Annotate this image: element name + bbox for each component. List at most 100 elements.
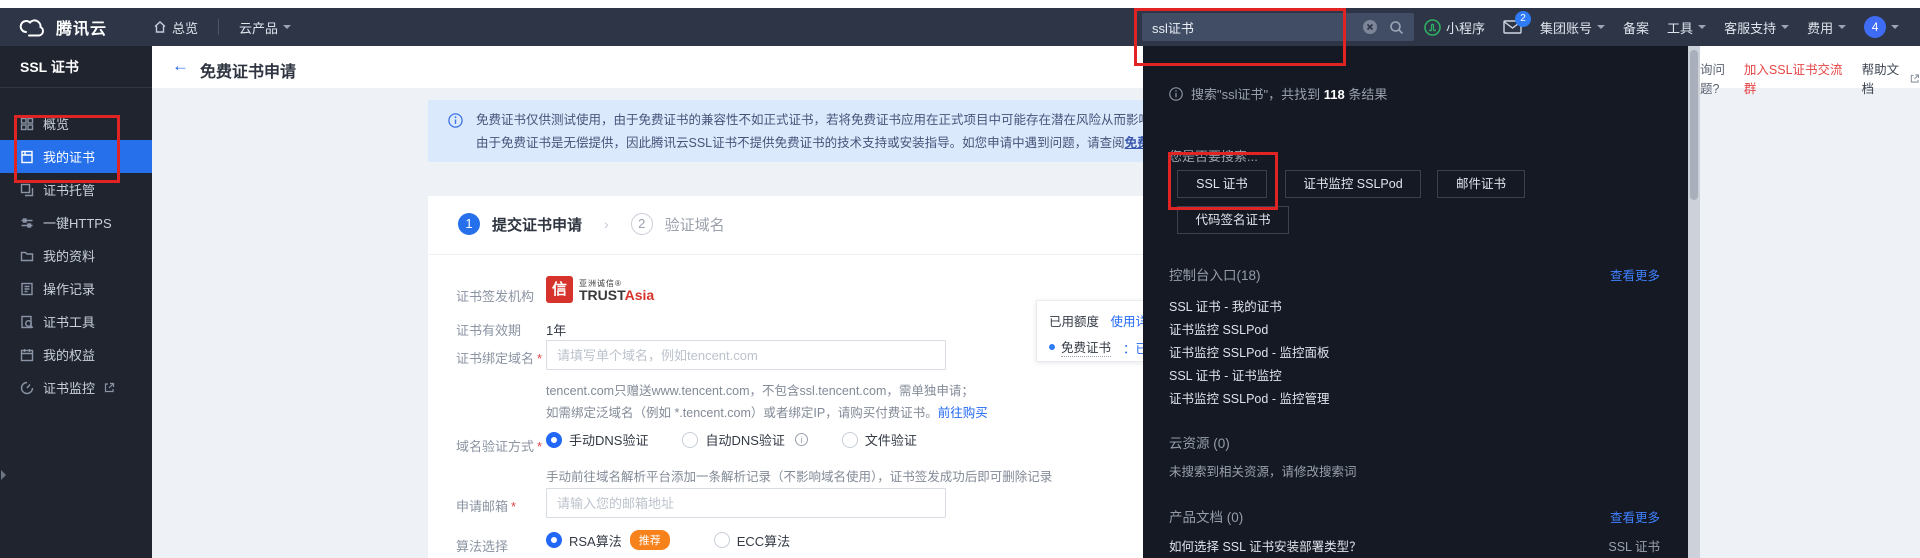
nav-miniprogram[interactable]: 小程序 <box>1424 18 1485 37</box>
nav-messages[interactable]: 2 <box>1503 20 1522 34</box>
calendar-icon <box>20 348 34 362</box>
certificate-icon <box>20 150 34 164</box>
nav-billing[interactable]: 费用 <box>1807 18 1846 37</box>
help-doc-link[interactable]: 帮助文档 <box>1862 59 1920 97</box>
browser-edge-strip <box>0 0 1920 8</box>
sliders-icon <box>20 216 34 230</box>
sidebar-item-overview[interactable]: 概览 <box>0 107 152 140</box>
radio-auto-dns[interactable]: 自动DNS验证 i <box>682 430 807 449</box>
doc-category: SSL 证书 <box>1608 536 1660 555</box>
go-purchase-link[interactable]: 前往购买 <box>938 406 988 420</box>
scrollbar-thumb[interactable] <box>1690 50 1698 200</box>
verify-help: 手动前往域名解析平台添加一条解析记录（不影响域名使用），证书签发成功后即可删除记… <box>546 466 1052 485</box>
free-cert-term[interactable]: 免费证书 <box>1061 337 1111 357</box>
sidebar-item-my-certificates[interactable]: 我的证书 <box>0 140 152 173</box>
page-title: 免费证书申请 <box>200 58 296 82</box>
global-search-box[interactable] <box>1142 13 1414 41</box>
tencent-cloud-logo-icon <box>18 17 46 37</box>
top-navbar: 腾讯云 总览 云产品 <box>0 8 1920 46</box>
info-icon <box>448 113 463 131</box>
console-entry[interactable]: 证书监控 SSLPod - 监控面板 <box>1169 342 1329 361</box>
validity-label: 证书有效期 <box>456 320 521 339</box>
recommend-badge: 推荐 <box>630 530 670 550</box>
sidebar-item-my-benefits[interactable]: 我的权益 <box>0 338 152 371</box>
nav-group-account[interactable]: 集团账号 <box>1540 18 1605 37</box>
step1-indicator: 1 <box>458 213 480 235</box>
info-circle-icon: i <box>795 433 808 446</box>
chevron-down-icon <box>1597 25 1605 33</box>
nav-beian[interactable]: 备案 <box>1623 18 1649 37</box>
doc-search-icon <box>20 315 34 329</box>
email-label: 申请邮箱 <box>456 496 516 515</box>
doc-entry[interactable]: 如何选择 SSL 证书安装部署类型？ <box>1169 536 1362 555</box>
sidebar-item-operation-log[interactable]: 操作记录 <box>0 272 152 305</box>
gauge-icon <box>20 381 34 395</box>
step-chevron-icon: › <box>604 216 609 232</box>
suggestion-ssl-cert[interactable]: SSL 证书 <box>1177 170 1267 198</box>
brand-name: 腾讯云 <box>56 15 107 39</box>
search-icon[interactable] <box>1389 20 1404 35</box>
chevron-down-icon <box>1781 25 1789 33</box>
validity-value: 1年 <box>546 320 566 339</box>
sidebar-collapse-handle[interactable] <box>1 470 11 480</box>
bullet-dot-icon <box>1049 344 1055 350</box>
document-lines-icon <box>20 282 34 296</box>
nav-support[interactable]: 客服支持 <box>1724 18 1789 37</box>
external-link-icon <box>104 382 115 393</box>
sidebar-item-cert-hosting[interactable]: 证书托管 <box>0 173 152 206</box>
step2-indicator: 2 <box>631 213 653 235</box>
sidebar-item-one-click-https[interactable]: 一键HTTPS <box>0 206 152 239</box>
resource-empty-text: 未搜索到相关资源，请修改搜索词 <box>1169 461 1357 480</box>
avatar: 4 <box>1864 16 1886 38</box>
radio-ecc[interactable]: ECC算法 <box>714 531 790 550</box>
chevron-down-icon <box>1698 25 1706 33</box>
suggestion-sslpod[interactable]: 证书监控 SSLPod <box>1285 170 1421 198</box>
console-entry[interactable]: SSL 证书 - 我的证书 <box>1169 296 1282 315</box>
scrollbar[interactable] <box>1688 46 1700 558</box>
sidebar-item-my-profile[interactable]: 我的资料 <box>0 239 152 272</box>
verify-method-label: 域名验证方式 <box>456 436 542 455</box>
chevron-down-icon <box>1838 25 1846 33</box>
step1-label: 提交证书申请 <box>492 214 582 235</box>
console-entry[interactable]: 证书监控 SSLPod - 监控管理 <box>1169 388 1329 407</box>
suggestion-code-sign-cert[interactable]: 代码签名证书 <box>1177 206 1289 234</box>
search-input[interactable] <box>1142 20 1363 35</box>
suggest-label: 您是否要搜索... <box>1169 146 1258 165</box>
radio-manual-dns[interactable]: 手动DNS验证 <box>546 430 648 449</box>
radio-selected-icon <box>546 532 562 548</box>
suggestion-email-cert[interactable]: 邮件证书 <box>1437 170 1525 198</box>
message-count-badge: 2 <box>1515 11 1531 27</box>
console-entry[interactable]: 证书监控 SSLPod <box>1169 319 1268 338</box>
info-icon <box>1169 87 1183 101</box>
join-group-link[interactable]: 加入SSL证书交流群 <box>1744 59 1844 97</box>
domain-input[interactable] <box>546 340 946 370</box>
chevron-down-icon <box>1891 25 1899 33</box>
folder-icon <box>20 249 34 263</box>
trustasia-logo: 信 亚洲诚信® TRUSTAsia <box>546 276 654 303</box>
radio-file-verify[interactable]: 文件验证 <box>842 430 917 449</box>
account-menu[interactable]: 4 <box>1864 16 1899 38</box>
docs-view-more-link[interactable]: 查看更多 <box>1610 507 1660 526</box>
nav-tools[interactable]: 工具 <box>1667 18 1706 37</box>
search-result-summary: 搜索"ssl证书"，共找到 118 条结果 <box>1191 84 1387 103</box>
nav-products-menu[interactable]: 云产品 <box>239 18 291 37</box>
clear-icon[interactable] <box>1363 20 1377 34</box>
nav-divider <box>218 19 219 35</box>
email-input[interactable] <box>546 488 946 518</box>
sidebar-item-cert-tools[interactable]: 证书工具 <box>0 305 152 338</box>
sidebar-item-cert-monitor[interactable]: 证书监控 <box>0 371 152 404</box>
chevron-down-icon <box>283 25 291 33</box>
sidebar: SSL 证书 概览 我的证书 证书托管 一键HTTPS 我的资料 <box>0 46 152 558</box>
stack-icon <box>20 183 34 197</box>
console-entry[interactable]: SSL 证书 - 证书监控 <box>1169 365 1282 384</box>
back-arrow-icon[interactable]: ← <box>172 56 189 76</box>
console-view-more-link[interactable]: 查看更多 <box>1610 265 1660 284</box>
radio-icon <box>682 432 698 448</box>
console-section-title: 控制台入口(18) <box>1169 264 1261 284</box>
tencent-cloud-console: 腾讯云 总览 云产品 <box>0 0 1920 558</box>
cloud-resource-section-title: 云资源 (0) <box>1169 432 1230 452</box>
domain-label: 证书绑定域名 <box>456 348 542 367</box>
help-question-text: 询问题? <box>1700 59 1740 97</box>
radio-rsa[interactable]: RSA算法 <box>546 531 622 550</box>
nav-overview[interactable]: 总览 <box>153 18 198 37</box>
